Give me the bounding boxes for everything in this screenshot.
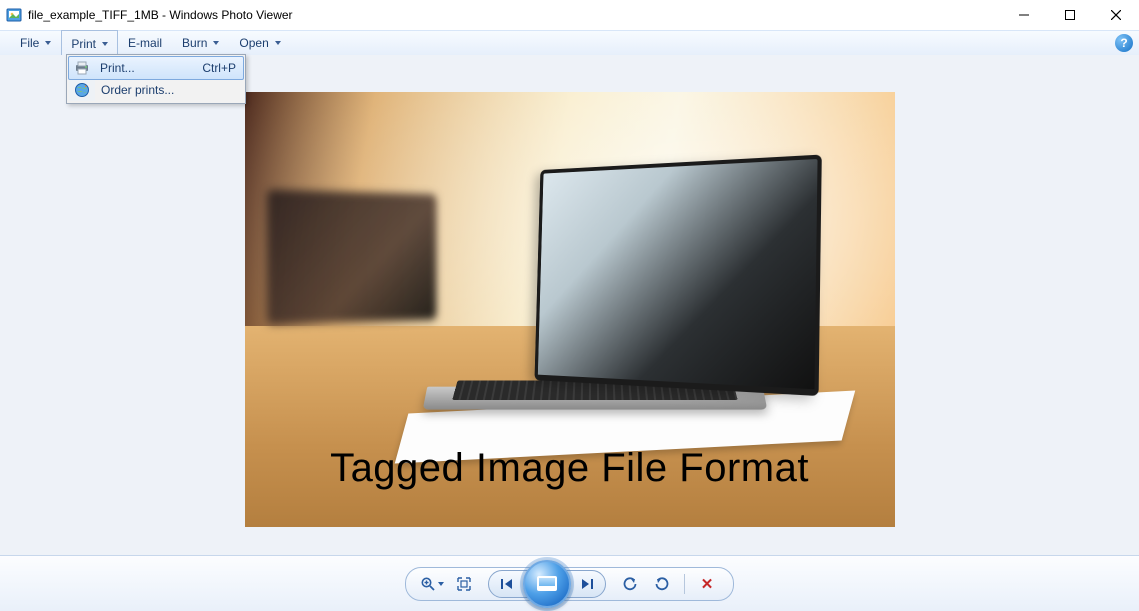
menu-open[interactable]: Open <box>229 31 290 55</box>
help-button[interactable]: ? <box>1115 34 1133 52</box>
zoom-button[interactable] <box>418 570 446 598</box>
globe-icon <box>73 81 91 99</box>
print-dropdown: Print... Ctrl+P Order prints... <box>66 54 246 104</box>
menu-open-label: Open <box>239 36 268 50</box>
rotate-cw-button[interactable] <box>648 570 676 598</box>
printer-icon <box>73 59 91 77</box>
menu-email-label: E-mail <box>128 36 162 50</box>
menu-email[interactable]: E-mail <box>118 31 172 55</box>
image-watermark-text: Tagged Image File Format <box>245 446 895 491</box>
menu-item-print-label: Print... <box>100 61 135 75</box>
menu-print-label: Print <box>71 37 96 51</box>
menu-item-order-prints[interactable]: Order prints... <box>69 79 243 101</box>
rotate-ccw-button[interactable] <box>616 570 644 598</box>
close-button[interactable] <box>1093 0 1139 30</box>
slideshow-icon <box>537 576 557 591</box>
next-button[interactable] <box>569 571 605 597</box>
chevron-down-icon <box>213 41 219 45</box>
menu-file[interactable]: File <box>10 31 61 55</box>
menu-bar: File Print E-mail Burn Open ? <box>0 30 1139 56</box>
chevron-down-icon <box>275 41 281 45</box>
actual-size-button[interactable] <box>450 570 478 598</box>
menu-item-order-prints-label: Order prints... <box>101 83 174 97</box>
menu-burn-label: Burn <box>182 36 207 50</box>
window-controls <box>1001 0 1139 30</box>
delete-icon: ✕ <box>701 575 714 593</box>
title-bar: file_example_TIFF_1MB - Windows Photo Vi… <box>0 0 1139 30</box>
menu-item-print[interactable]: Print... Ctrl+P <box>68 56 244 80</box>
menu-burn[interactable]: Burn <box>172 31 229 55</box>
maximize-button[interactable] <box>1047 0 1093 30</box>
previous-button[interactable] <box>489 571 525 597</box>
image-viewport[interactable]: Tagged Image File Format <box>0 55 1139 555</box>
menu-file-label: File <box>20 36 39 50</box>
app-icon <box>6 7 22 23</box>
chevron-down-icon <box>45 41 51 45</box>
delete-button[interactable]: ✕ <box>693 570 721 598</box>
menu-item-print-shortcut: Ctrl+P <box>202 61 236 75</box>
chevron-down-icon <box>438 582 444 586</box>
bottom-toolbar: ✕ <box>0 555 1139 611</box>
chevron-down-icon <box>102 42 108 46</box>
slideshow-button[interactable] <box>523 560 571 608</box>
toolbar-pill: ✕ <box>405 567 734 601</box>
toolbar-separator <box>684 574 685 594</box>
minimize-button[interactable] <box>1001 0 1047 30</box>
navigation-group <box>488 570 606 598</box>
window-title: file_example_TIFF_1MB - Windows Photo Vi… <box>28 8 293 22</box>
displayed-image: Tagged Image File Format <box>245 92 895 527</box>
menu-print[interactable]: Print <box>61 30 118 56</box>
